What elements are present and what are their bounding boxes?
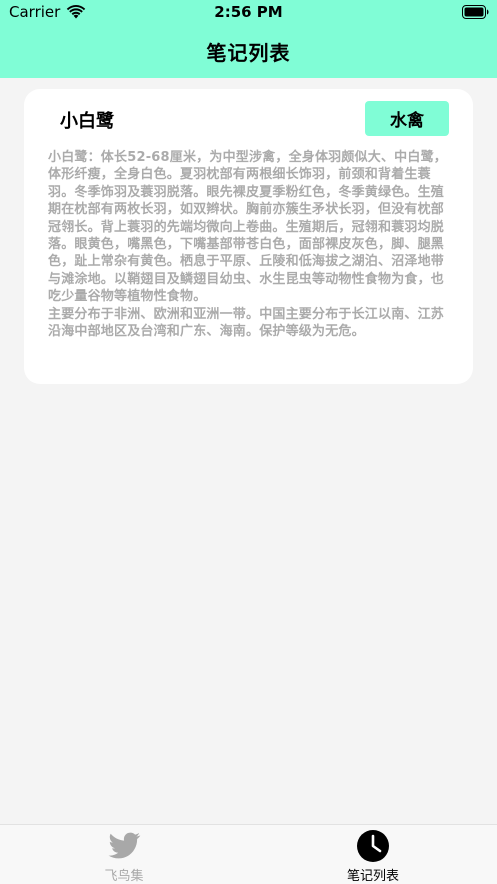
status-bar: Carrier 2:56 PM bbox=[0, 0, 497, 26]
tab-bar: 飞鸟集 笔记列表 bbox=[0, 824, 497, 884]
tab-birds[interactable]: 飞鸟集 bbox=[0, 825, 248, 884]
page-title: 笔记列表 bbox=[206, 41, 291, 65]
bird-icon bbox=[108, 832, 141, 859]
tab-notes-label: 笔记列表 bbox=[346, 869, 399, 884]
status-time: 2:56 PM bbox=[214, 3, 283, 21]
note-title: 小白鹭 bbox=[60, 111, 114, 132]
header: Carrier 2:56 PM 笔记列表 bbox=[0, 0, 497, 78]
clock-icon bbox=[357, 830, 389, 862]
note-card[interactable]: 小白鹭 水禽 小白鹭：体长52-68厘米，为中型涉禽，全身体羽颇似大、中白鹭，体… bbox=[24, 89, 473, 384]
note-description: 小白鹭：体长52-68厘米，为中型涉禽，全身体羽颇似大、中白鹭，体形纤瘦，全身白… bbox=[48, 150, 447, 340]
battery-icon bbox=[462, 5, 489, 19]
tab-birds-label: 飞鸟集 bbox=[104, 869, 144, 884]
category-badge[interactable]: 水禽 bbox=[365, 101, 449, 136]
tab-notes[interactable]: 笔记列表 bbox=[249, 825, 497, 884]
